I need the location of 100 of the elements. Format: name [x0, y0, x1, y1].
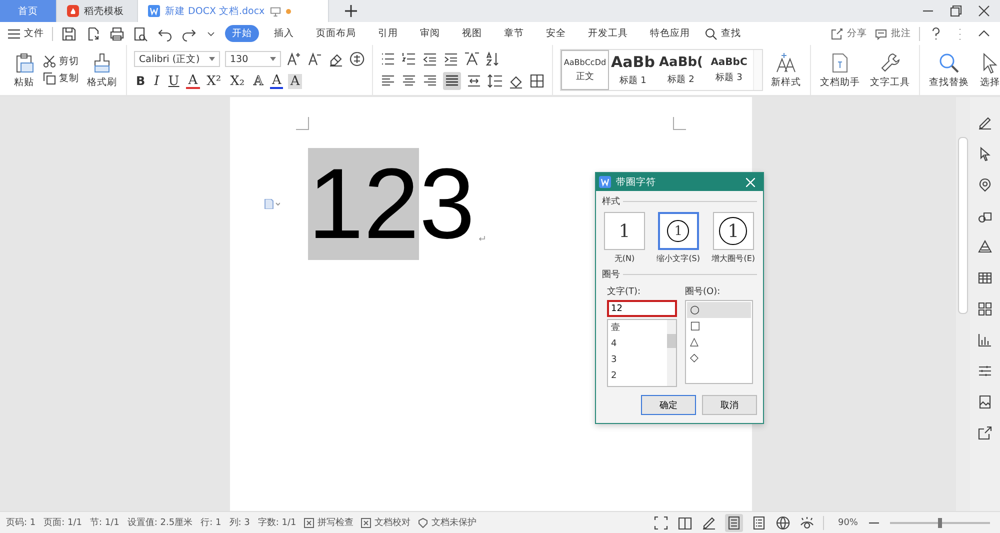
copy-button[interactable]: 复制	[43, 72, 79, 85]
ribbon-tab[interactable]: 特色应用	[643, 25, 697, 42]
document-icon	[148, 5, 160, 17]
ribbon-tab[interactable]: 开发工具	[581, 25, 635, 42]
bar-chart-icon[interactable]	[977, 332, 993, 348]
bullet-list-icon[interactable]	[380, 51, 396, 67]
text-input-field[interactable]: 12	[607, 300, 677, 317]
monitor-icon[interactable]	[270, 6, 281, 16]
style-preset[interactable]: AaBbCcDd 正文	[561, 50, 609, 90]
search-command[interactable]: 查找	[705, 27, 741, 40]
borders-icon[interactable]	[529, 73, 545, 89]
style-option[interactable]: 1	[712, 212, 754, 250]
format-button[interactable]: A	[288, 74, 302, 88]
sort-icon[interactable]	[485, 51, 501, 67]
page-view-button[interactable]	[724, 514, 743, 532]
sliders-icon[interactable]	[977, 363, 993, 379]
distribute-icon[interactable]	[466, 73, 482, 89]
image-icon[interactable]	[977, 394, 993, 410]
format-painter-button[interactable]: 格式刷	[85, 50, 119, 90]
gallery-scrollbar[interactable]	[753, 50, 762, 90]
list-item[interactable]: 2	[608, 368, 667, 384]
status-toggle[interactable]: 文档校对	[361, 516, 410, 529]
ribbon-tab[interactable]: 开始	[225, 25, 259, 42]
style-option[interactable]: 1	[604, 212, 645, 250]
line-spacing-icon[interactable]	[487, 73, 503, 89]
print-preview-icon[interactable]	[133, 26, 149, 42]
ribbon-tab[interactable]: 插入	[267, 25, 301, 42]
close-icon[interactable]	[976, 3, 992, 19]
style-preset[interactable]: AaBb 标题 1	[609, 50, 657, 90]
status-toggle[interactable]: 拼写检查	[304, 516, 354, 529]
shape-item[interactable]: ○	[687, 302, 751, 318]
shape-item[interactable]: ◇	[687, 350, 751, 366]
find-replace-button[interactable]: 查找替换	[927, 50, 971, 90]
new-style-button[interactable]: 新样式	[769, 50, 803, 90]
justify-button[interactable]	[443, 72, 461, 90]
cut-button[interactable]: 剪切	[43, 55, 79, 68]
format-button[interactable]: B	[134, 74, 148, 88]
phonetic-icon[interactable]	[349, 51, 365, 67]
print-icon[interactable]	[109, 26, 125, 42]
pen-icon[interactable]	[977, 115, 993, 131]
comment-button[interactable]: 批注	[875, 27, 911, 40]
shape-item[interactable]: △	[687, 334, 751, 350]
list-item[interactable]: 壹	[608, 320, 667, 336]
ribbon-tab[interactable]: 审阅	[413, 25, 447, 42]
format-button[interactable]: X₂	[228, 74, 247, 88]
file-menu[interactable]: 文件	[8, 27, 44, 40]
select-button[interactable]: 选择	[977, 50, 1000, 90]
location-icon[interactable]	[977, 177, 993, 193]
shrink-font-icon[interactable]	[307, 51, 323, 67]
apps-icon[interactable]	[977, 301, 993, 317]
scrollbar[interactable]	[956, 97, 970, 511]
numbered-list-icon[interactable]	[401, 51, 417, 67]
format-button[interactable]: I	[152, 74, 162, 88]
restore-icon[interactable]	[948, 3, 964, 19]
pen-icon[interactable]	[700, 514, 717, 530]
style-option[interactable]: 1	[658, 212, 699, 250]
format-button[interactable]: A	[186, 74, 200, 88]
book-icon[interactable]	[676, 514, 693, 530]
share-icon[interactable]	[977, 425, 993, 441]
outline-icon[interactable]	[750, 514, 767, 530]
font-size-dropdown[interactable]: 130	[225, 51, 281, 67]
format-button[interactable]: X²	[204, 74, 224, 88]
globe-icon[interactable]	[774, 514, 791, 530]
list-item[interactable]: 3	[608, 352, 667, 368]
shape-item[interactable]: □	[687, 318, 751, 334]
list-item[interactable]: 4	[608, 336, 667, 352]
status-toggle[interactable]: 文档未保护	[418, 516, 476, 529]
eye-icon[interactable]	[798, 514, 815, 530]
font-name-dropdown[interactable]: Calibri (正文)	[134, 51, 220, 67]
dialog-button[interactable]: 取消	[702, 395, 757, 415]
format-button[interactable]: A	[252, 74, 265, 88]
ribbon-tab[interactable]: 安全	[539, 25, 573, 42]
document-tab[interactable]: 新建 DOCX 文档.docx	[138, 0, 329, 22]
close-icon[interactable]	[746, 178, 755, 186]
fullscreen-icon[interactable]	[652, 514, 669, 530]
dialog-button[interactable]: 确定	[641, 395, 696, 415]
share-button[interactable]: 分享	[831, 27, 867, 40]
slider-thumb[interactable]	[938, 518, 942, 528]
paste-button[interactable]: 粘贴	[11, 50, 37, 90]
format-button[interactable]: U	[166, 74, 182, 88]
save-icon[interactable]	[61, 26, 77, 42]
document-assistant-button[interactable]: 文档助手	[818, 50, 862, 90]
table-icon[interactable]	[977, 270, 993, 286]
ribbon-tab[interactable]: 引用	[371, 25, 405, 42]
text-tools-button[interactable]: 文字工具	[868, 50, 912, 90]
ribbon-tab[interactable]: 章节	[497, 25, 531, 42]
character-spacing-icon[interactable]	[464, 51, 480, 67]
zoom-level[interactable]: 90%	[838, 518, 858, 528]
add-tab-icon[interactable]	[345, 5, 357, 17]
increase-indent-icon[interactable]	[443, 51, 459, 67]
pyramid-icon[interactable]	[977, 239, 993, 255]
grow-font-icon[interactable]	[286, 51, 302, 67]
style-preset[interactable]: AaBb( 标题 2	[657, 50, 705, 90]
decrease-indent-icon[interactable]	[422, 51, 438, 67]
style-preset[interactable]: AaBbC 标题 3	[705, 50, 753, 90]
ribbon-tab[interactable]: 页面布局	[309, 25, 363, 42]
format-button[interactable]: A	[270, 74, 284, 88]
ribbon-tab[interactable]: 视图	[455, 25, 489, 42]
document-tab[interactable]: 稻壳模板	[57, 0, 138, 22]
scrollbar[interactable]	[667, 320, 676, 386]
